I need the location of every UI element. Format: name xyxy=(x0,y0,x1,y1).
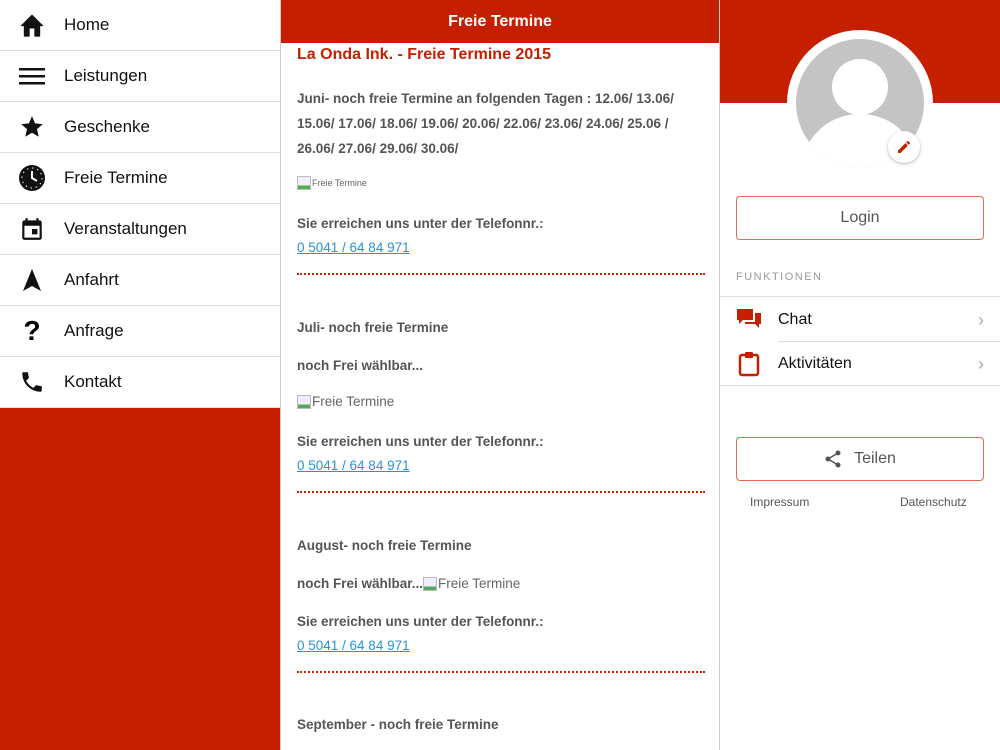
chat-icon xyxy=(720,308,778,332)
juli-image: Freie Termine xyxy=(297,394,394,409)
juni-phone-label: Sie erreichen uns unter der Telefonnr.: xyxy=(297,216,544,231)
image-alt-text: Freie Termine xyxy=(312,178,367,188)
edit-avatar-button[interactable] xyxy=(888,131,920,163)
nav-menu: Home Leistungen Geschenke Freie Termine … xyxy=(0,0,280,408)
divider xyxy=(720,296,1000,297)
juli-phone-link[interactable]: 0 5041 / 64 84 971 xyxy=(297,458,410,473)
chat-label: Chat xyxy=(778,311,812,328)
nav-item-label: Home xyxy=(64,15,110,34)
clock-icon xyxy=(0,164,64,192)
navigation-drawer: Home Leistungen Geschenke Freie Termine … xyxy=(0,0,280,750)
juni-heading: Juni- noch freie Termine an folgenden Ta… xyxy=(297,91,674,156)
nav-item-anfahrt[interactable]: Anfahrt xyxy=(0,255,280,306)
content-title: La Onda Ink. - Freie Termine 2015 xyxy=(297,46,552,63)
nav-item-leistungen[interactable]: Leistungen xyxy=(0,51,280,102)
juli-phone-label: Sie erreichen uns unter der Telefonnr.: xyxy=(297,434,544,449)
august-text: noch Frei wählbar... xyxy=(297,576,424,591)
calendar-icon xyxy=(0,216,64,242)
nav-item-label: Kontakt xyxy=(64,372,122,391)
chat-item[interactable]: Chat › xyxy=(720,298,1000,342)
share-label: Teilen xyxy=(854,450,896,467)
aktivitaeten-label: Aktivitäten xyxy=(778,355,852,372)
navigation-icon xyxy=(0,267,64,293)
home-icon xyxy=(0,12,64,38)
nav-item-label: Anfahrt xyxy=(64,270,119,289)
nav-item-label: Anfrage xyxy=(64,321,124,340)
juli-heading: Juli- noch freie Termine xyxy=(297,320,449,335)
nav-item-geschenke[interactable]: Geschenke xyxy=(0,102,280,153)
profile-sidebar: Login FUNKTIONEN Chat › Aktivitäten › Teil… xyxy=(720,0,1000,750)
nav-item-label: Geschenke xyxy=(64,117,150,136)
nav-item-label: Veranstaltungen xyxy=(64,219,187,238)
divider xyxy=(297,491,705,493)
image-alt-text: Freie Termine xyxy=(312,394,395,409)
nav-item-home[interactable]: Home xyxy=(0,0,280,51)
august-text-row: noch Frei wählbar... Freie Termine xyxy=(297,576,520,591)
page-title: Freie Termine xyxy=(281,0,719,43)
nav-item-anfrage[interactable]: ? Anfrage xyxy=(0,306,280,357)
divider xyxy=(720,385,1000,386)
impressum-link[interactable]: Impressum xyxy=(750,495,809,509)
star-icon xyxy=(0,114,64,140)
nav-item-veranstaltungen[interactable]: Veranstaltungen xyxy=(0,204,280,255)
juli-text: noch Frei wählbar... xyxy=(297,358,424,373)
divider xyxy=(297,671,705,673)
pencil-icon xyxy=(898,141,910,153)
august-image: Freie Termine xyxy=(423,576,520,591)
chevron-right-icon: › xyxy=(978,353,984,374)
divider xyxy=(297,273,705,275)
nav-item-freie-termine[interactable]: Freie Termine xyxy=(0,153,280,204)
share-icon xyxy=(825,450,841,468)
juni-phone-link[interactable]: 0 5041 / 64 84 971 xyxy=(297,240,410,255)
nav-item-label: Freie Termine xyxy=(64,168,168,187)
august-phone-label: Sie erreichen uns unter der Telefonnr.: xyxy=(297,614,544,629)
content-panel: Freie Termine La Onda Ink. - Freie Termi… xyxy=(280,0,720,750)
clipboard-icon xyxy=(720,351,778,377)
menu-icon xyxy=(0,66,64,86)
nav-item-kontakt[interactable]: Kontakt xyxy=(0,357,280,408)
image-alt-text: Freie Termine xyxy=(438,576,521,591)
share-button[interactable]: Teilen xyxy=(736,437,984,481)
question-icon: ? xyxy=(23,315,41,346)
login-button[interactable]: Login xyxy=(736,196,984,240)
section-label: FUNKTIONEN xyxy=(736,271,823,283)
august-heading: August- noch freie Termine xyxy=(297,538,472,553)
datenschutz-link[interactable]: Datenschutz xyxy=(900,495,967,509)
chevron-right-icon: › xyxy=(978,309,984,330)
september-heading: September - noch freie Termine xyxy=(297,717,499,732)
nav-item-label: Leistungen xyxy=(64,66,148,85)
aktivitaeten-item[interactable]: Aktivitäten › xyxy=(720,342,1000,386)
phone-icon xyxy=(0,369,64,395)
juni-image: Freie Termine xyxy=(297,176,367,190)
august-phone-link[interactable]: 0 5041 / 64 84 971 xyxy=(297,638,410,653)
